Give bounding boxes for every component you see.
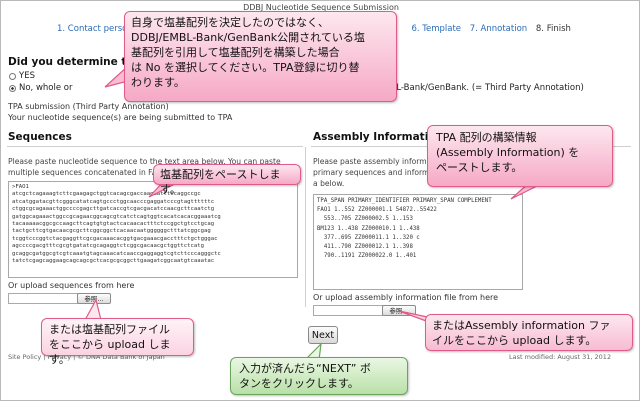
callout-next-hint: 入力が済んだら“NEXT” ボ タンをクリックします。 xyxy=(230,357,408,395)
assembly-desc-line3: a below. xyxy=(313,179,345,188)
callout-paste-seq: 塩基配列をペーストします。 xyxy=(153,164,301,196)
callout-upload-seq-line2: をここから upload します。 xyxy=(49,338,171,366)
callout-upload-seq-line1: または塩基配列ファイル xyxy=(49,323,170,336)
tpa-info-line1: TPA submission (Third Party Annotation) xyxy=(8,102,169,111)
sequences-desc-line2: multiple sequences concatenated in FAS xyxy=(8,168,162,177)
assembly-desc-line1: Please paste assembly informatio xyxy=(313,157,442,166)
callout-top-line2: DDBJ/EMBL-Bank/GenBank公開されている塩 xyxy=(131,31,365,44)
callout-upload-assembly-line1: またはAssembly information ファ xyxy=(432,319,611,332)
step-template[interactable]: 6. Template xyxy=(411,24,461,34)
callout-top-line1: 自身で塩基配列を決定したのではなく、 xyxy=(131,16,329,29)
callout-paste-seq-line1: 塩基配列をペーストします。 xyxy=(160,168,281,196)
column-separator xyxy=(305,147,306,307)
callout-top: 自身で塩基配列を決定したのではなく、 DDBJ/EMBL-Bank/GenBan… xyxy=(124,11,397,102)
sequences-upload-label: Or upload sequences from here xyxy=(8,281,135,290)
assembly-browse-button[interactable]: 参照... xyxy=(382,305,416,316)
option-no[interactable]: No, whole or xyxy=(9,83,73,93)
callout-top-line3: 基配列を引用して塩基配列を構築した場合 xyxy=(131,46,340,59)
radio-no[interactable] xyxy=(9,84,16,92)
option-yes[interactable]: YES xyxy=(9,71,35,81)
step-annotation[interactable]: 7. Annotation xyxy=(470,24,527,34)
callout-assembly-info-line1: TPA 配列の構築情報 xyxy=(436,131,537,144)
radio-yes[interactable] xyxy=(9,72,16,80)
question-title: Did you determine the xyxy=(8,56,142,68)
callout-upload-assembly-line2: イルをここから upload します。 xyxy=(432,334,597,347)
footer-last-modified: Last modified: August 31, 2012 xyxy=(509,353,612,361)
callout-next-hint-line1: 入力が済んだら“NEXT” ボ xyxy=(239,362,371,375)
callout-assembly-info-line3: ペーストします。 xyxy=(436,161,523,174)
sequences-title: Sequences xyxy=(8,131,72,143)
assembly-upload-label: Or upload assembly information file from… xyxy=(313,293,499,302)
page-frame: DDBJ Nucleotide Sequence Submission 1. C… xyxy=(0,0,640,401)
callout-top-line4: は No を選択してください。TPA登録に切り替 xyxy=(131,61,360,74)
option-no-label: No, whole or xyxy=(19,83,73,93)
sequences-browse-button[interactable]: 参照... xyxy=(77,293,111,304)
callout-next-hint-line2: タンをクリックします。 xyxy=(239,377,359,390)
tpa-info-line2: Your nucleotide sequence(s) are being su… xyxy=(8,113,233,122)
next-button[interactable]: Next xyxy=(308,326,338,344)
callout-assembly-info-line2: (Assembly Information) を xyxy=(436,146,580,159)
step-contact-person[interactable]: 1. Contact person xyxy=(57,24,133,34)
option-yes-label: YES xyxy=(19,71,35,81)
sequences-divider xyxy=(7,146,303,147)
sequences-file-field[interactable] xyxy=(8,293,78,304)
callout-top-line5: わります。 xyxy=(131,76,185,89)
assembly-file-field[interactable] xyxy=(313,305,383,316)
assembly-desc-line2: primary sequences and informatio xyxy=(313,168,444,177)
assembly-title: Assembly Information xyxy=(313,131,443,143)
callout-assembly-info: TPA 配列の構築情報 (Assembly Information) を ペース… xyxy=(427,125,613,187)
step-finish: 8. Finish xyxy=(535,24,571,34)
callout-upload-seq: または塩基配列ファイル をここから upload します。 xyxy=(41,318,194,366)
assembly-textarea[interactable]: TPA_SPAN PRIMARY_IDENTIFIER PRIMARY_SPAN… xyxy=(313,194,523,290)
callout-upload-assembly: またはAssembly information ファ イルをここから uploa… xyxy=(425,314,633,351)
